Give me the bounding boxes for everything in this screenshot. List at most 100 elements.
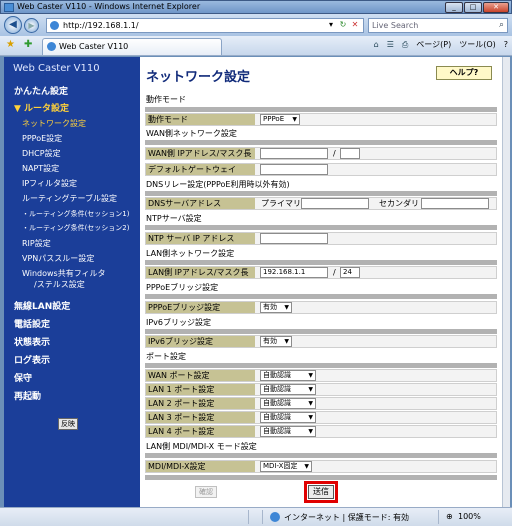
port-select[interactable]: 自動認識 ▼ — [260, 370, 316, 381]
vertical-scrollbar[interactable] — [502, 57, 510, 507]
section-dns: DNSリレー設定(PPPoE利用時以外有効) — [146, 180, 290, 189]
ipv6-bridge-select[interactable]: 有効 ▼ — [260, 336, 292, 347]
port-label: LAN 4 ポート設定 — [146, 426, 255, 437]
mode-select-value: PPPoE — [263, 115, 285, 123]
separator — [145, 329, 497, 334]
form-row-port-lan3: LAN 3 ポート設定 自動認識 ▼ — [145, 411, 497, 424]
form-row-port-lan2: LAN 2 ポート設定 自動認識 ▼ — [145, 397, 497, 410]
port-select[interactable]: 自動認識 ▼ — [260, 412, 316, 423]
browser-tab[interactable]: Web Caster V110 — [42, 38, 222, 55]
wan-mask-input[interactable] — [340, 148, 360, 159]
sidebar-item-pppoe[interactable]: PPPoE設定 — [22, 133, 62, 144]
confirm-button[interactable]: 確認 — [195, 486, 217, 498]
help-button[interactable]: ヘルプ? — [436, 66, 492, 80]
sidebar-item-vpn[interactable]: VPNパススルー設定 — [22, 253, 94, 264]
address-input[interactable]: http://192.168.1.1/ ▾ ↻ ✕ — [46, 18, 364, 33]
port-select[interactable]: 自動認識 ▼ — [260, 384, 316, 395]
sidebar-item-ipfilter[interactable]: IPフィルタ設定 — [22, 178, 77, 189]
page-menu[interactable]: ページ(P) — [416, 39, 451, 50]
form-row-gateway: デフォルトゲートウェイ — [145, 163, 497, 176]
separator — [145, 191, 497, 196]
sidebar-item-network[interactable]: ネットワーク設定 — [22, 118, 86, 129]
status-bar: インターネット | 保護モード: 有効 ⊕ 100% — [0, 507, 512, 526]
slash-separator: / — [333, 149, 336, 158]
port-select[interactable]: 自動認識 ▼ — [260, 398, 316, 409]
pppoe-bridge-select[interactable]: 有効 ▼ — [260, 302, 292, 313]
gateway-input[interactable] — [260, 164, 328, 175]
sidebar-item-routing-session1[interactable]: ・ルーティング条件(セッション1) — [22, 209, 130, 219]
search-input[interactable]: Live Search ⌕ — [368, 18, 508, 33]
tools-menu[interactable]: ツール(O) — [459, 39, 496, 50]
sidebar-item-easy[interactable]: かんたん設定 — [14, 84, 68, 97]
section-pppoe-bridge: PPPoEブリッジ設定 — [146, 283, 219, 292]
gateway-label: デフォルトゲートウェイ — [146, 164, 255, 175]
help-menu[interactable]: ? — [504, 40, 508, 49]
window-titlebar: Web Caster V110 - Windows Internet Explo… — [0, 0, 512, 14]
zoom-level[interactable]: 100% — [458, 512, 481, 521]
reflect-button[interactable]: 反映 — [58, 418, 78, 430]
favorites-star-icon[interactable]: ★ — [6, 39, 15, 50]
home-icon[interactable]: ⌂ — [374, 40, 379, 49]
sidebar-item-dhcp[interactable]: DHCP設定 — [22, 148, 61, 159]
send-button[interactable]: 送信 — [308, 485, 334, 499]
separator — [145, 294, 497, 299]
sidebar-item-windows-filter[interactable]: Windows共有フィルタ — [22, 268, 106, 279]
form-row-wan-ip: WAN側 IPアドレス/マスク長 / — [145, 147, 497, 160]
stop-icon[interactable]: ✕ — [349, 20, 361, 29]
dns-secondary-input[interactable] — [421, 198, 489, 209]
mode-select[interactable]: PPPoE ▼ — [260, 114, 300, 125]
wan-ip-input[interactable] — [260, 148, 328, 159]
back-button[interactable]: ◀ — [4, 16, 22, 34]
tab-globe-icon — [47, 42, 56, 51]
chevron-down-icon: ▼ — [284, 338, 289, 345]
tab-label: Web Caster V110 — [59, 42, 129, 51]
dns-secondary-label: セカンダリ — [379, 199, 419, 208]
sidebar-item-stealth[interactable]: /ステルス設定 — [34, 279, 85, 290]
sidebar-item-routing-session2[interactable]: ・ルーティング条件(セッション2) — [22, 223, 130, 233]
sidebar-item-wireless[interactable]: 無線LAN設定 — [14, 299, 70, 312]
form-row-ntp: NTP サーバ IP アドレス — [145, 232, 497, 245]
mdi-select[interactable]: MDI-X固定 ▼ — [260, 461, 312, 472]
form-row-port-wan: WAN ポート設定 自動認識 ▼ — [145, 369, 497, 382]
status-divider — [262, 510, 263, 524]
chevron-down-icon: ▼ — [304, 463, 309, 470]
sidebar-item-reboot[interactable]: 再起動 — [14, 389, 41, 402]
form-row-dns: DNSサーバアドレス プライマリ セカンダリ — [145, 197, 497, 210]
port-select[interactable]: 自動認識 ▼ — [260, 426, 316, 437]
port-select-value: 自動認識 — [263, 413, 291, 421]
section-ntp: NTPサーバ設定 — [146, 214, 202, 223]
pppoe-bridge-label: PPPoEブリッジ設定 — [146, 302, 255, 313]
port-select-value: 自動認識 — [263, 385, 291, 393]
ntp-input[interactable] — [260, 233, 328, 244]
lan-mask-input[interactable]: 24 — [340, 267, 360, 278]
maximize-button[interactable]: □ — [464, 2, 482, 13]
dropdown-arrow-icon[interactable]: ▾ — [325, 20, 337, 29]
sidebar-item-napt[interactable]: NAPT設定 — [22, 163, 59, 174]
mdi-label: MDI/MDI-X設定 — [146, 461, 255, 472]
page-viewport: Web Caster V110 かんたん設定 ▼ ルータ設定 ネットワーク設定 … — [4, 57, 502, 507]
form-row-lan-ip: LAN側 IPアドレス/マスク長 192.168.1.1 / 24 — [145, 266, 497, 279]
forward-button[interactable]: ▶ — [24, 18, 39, 33]
add-favorites-icon[interactable]: ✚ — [24, 39, 32, 50]
close-button[interactable]: ✕ — [483, 2, 509, 13]
ipv6-bridge-value: 有効 — [263, 337, 277, 345]
sidebar-item-log[interactable]: ログ表示 — [14, 353, 50, 366]
sidebar-item-status[interactable]: 状態表示 — [14, 335, 50, 348]
lan-ip-input[interactable]: 192.168.1.1 — [260, 267, 328, 278]
sidebar-item-phone[interactable]: 電話設定 — [14, 317, 50, 330]
refresh-icon[interactable]: ↻ — [337, 20, 349, 29]
print-icon[interactable]: ⎙ — [402, 40, 408, 50]
sidebar-item-routing-table[interactable]: ルーティングテーブル設定 — [22, 193, 117, 204]
sidebar-item-maintenance[interactable]: 保守 — [14, 371, 32, 384]
dns-primary-input[interactable] — [301, 198, 369, 209]
port-label: LAN 2 ポート設定 — [146, 398, 255, 409]
main-content: ネットワーク設定 ヘルプ? 動作モード 動作モード PPPoE ▼ WAN側ネット… — [140, 57, 502, 507]
minimize-button[interactable]: _ — [445, 2, 463, 13]
form-row-mdi: MDI/MDI-X設定 MDI-X固定 ▼ — [145, 460, 497, 473]
search-icon[interactable]: ⌕ — [499, 20, 504, 30]
chevron-down-icon: ▼ — [308, 386, 313, 393]
feeds-icon[interactable]: ☰ — [387, 40, 394, 49]
chevron-down-icon: ▼ — [308, 400, 313, 407]
sidebar-item-router[interactable]: ▼ ルータ設定 — [14, 101, 69, 114]
sidebar-item-rip[interactable]: RIP設定 — [22, 238, 51, 249]
